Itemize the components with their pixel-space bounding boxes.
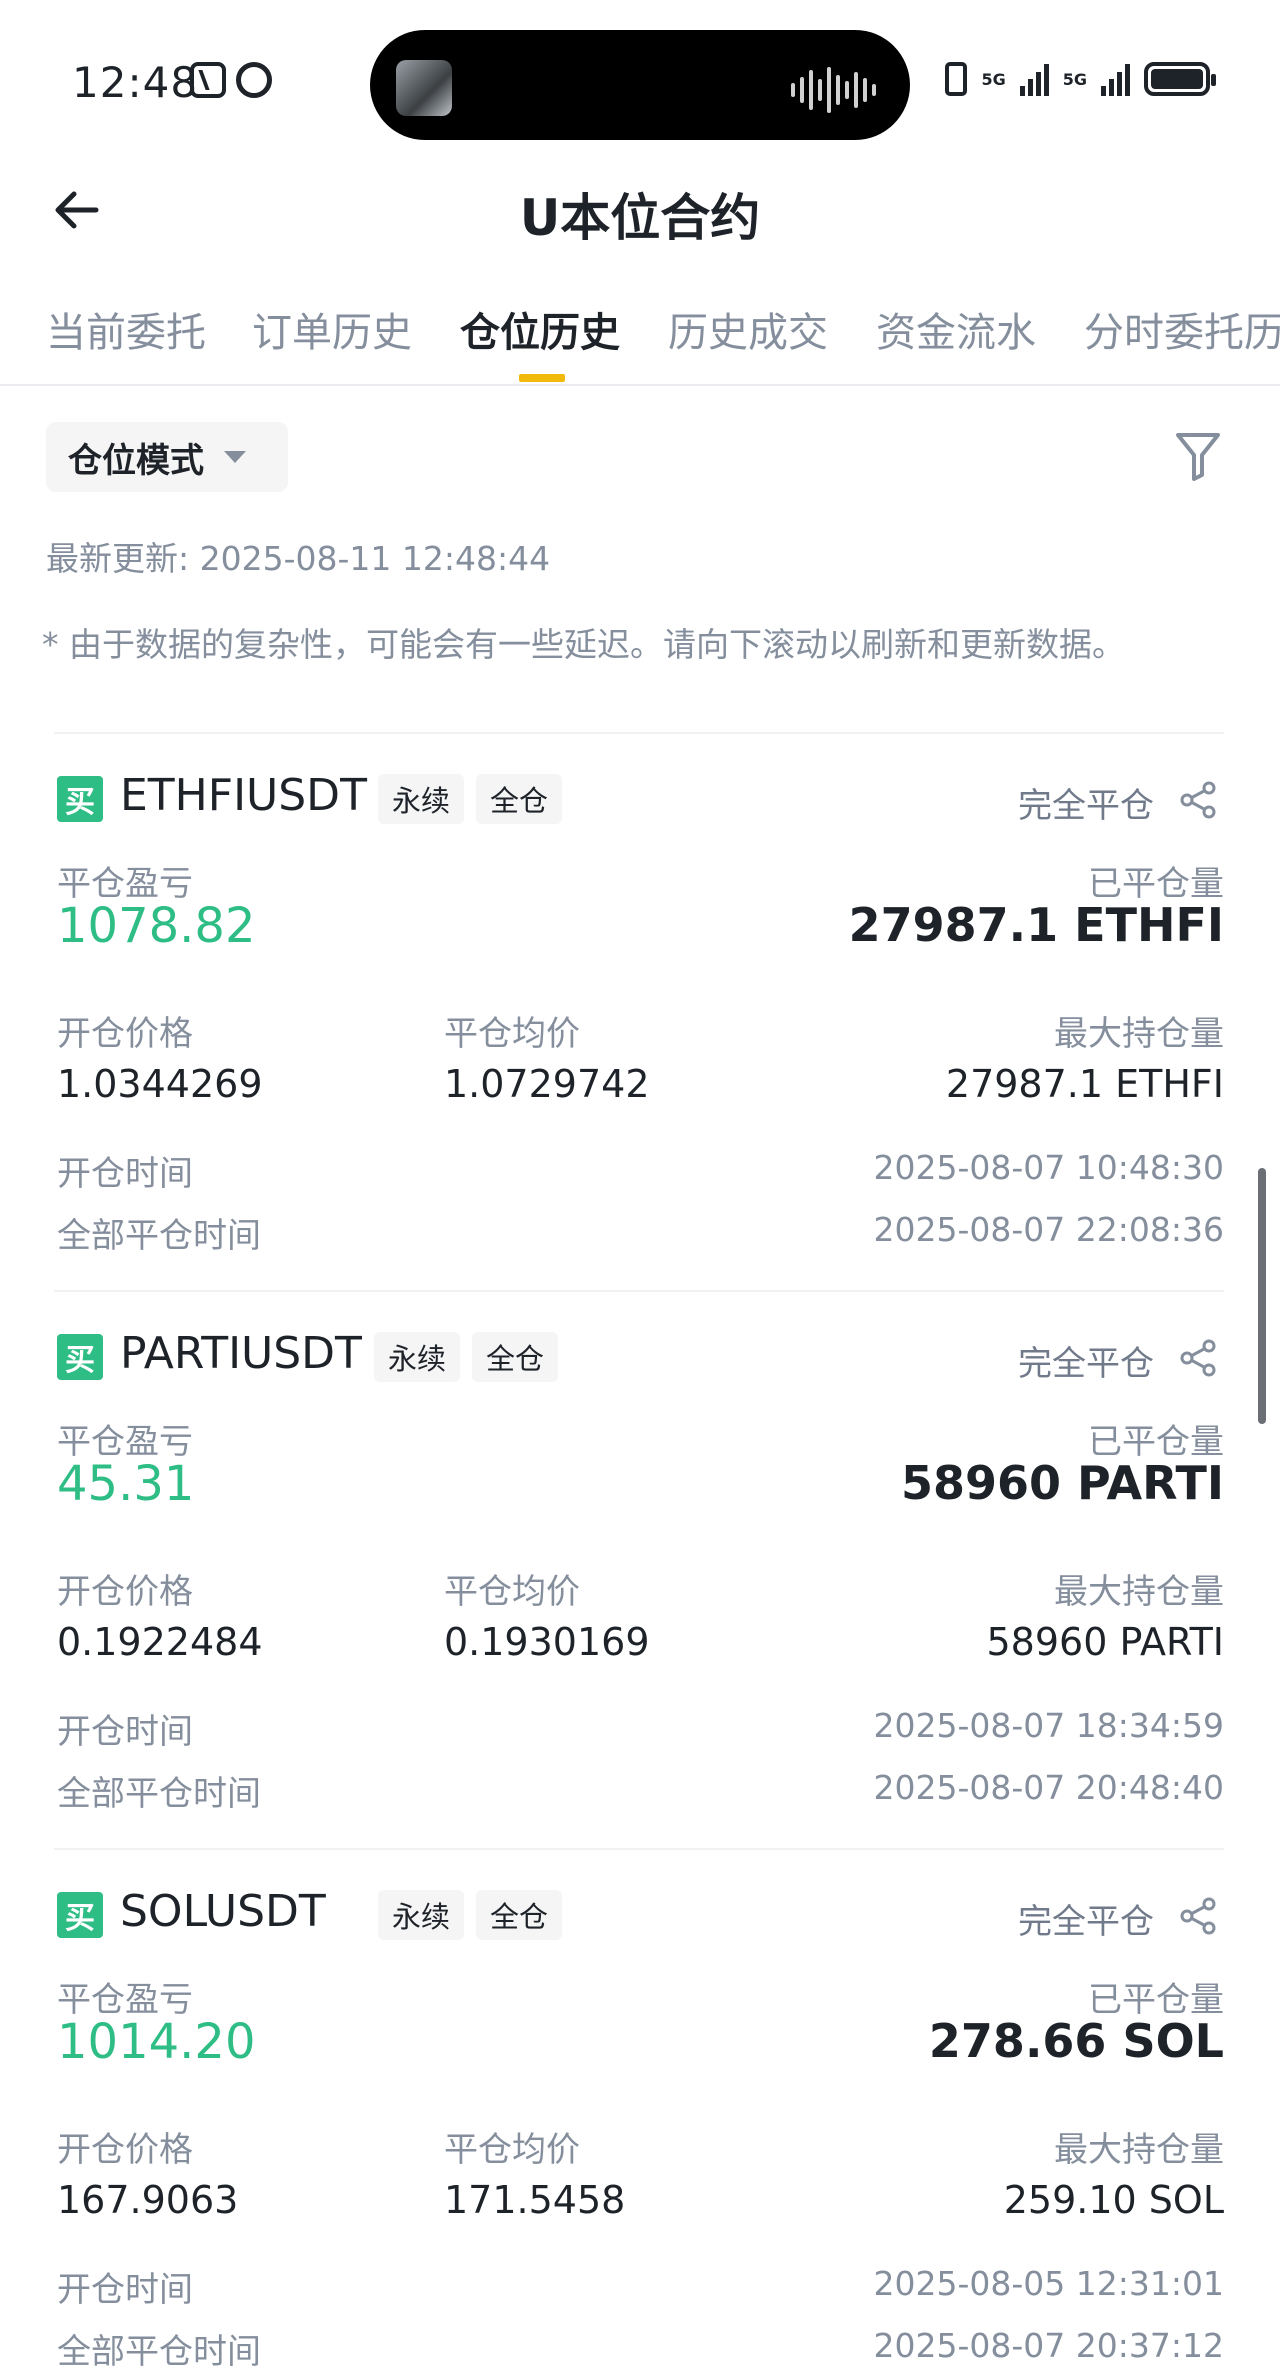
open-price-value: 0.1922484 <box>57 1620 263 1664</box>
close-avg-price-label: 平仓均价 <box>444 1572 580 1612</box>
open-time-label: 开仓时间 <box>57 1154 193 1194</box>
open-time-label: 开仓时间 <box>57 2270 193 2310</box>
max-hold-label: 最大持仓量 <box>1054 1572 1224 1612</box>
perpetual-tag: 永续 <box>378 1890 465 1940</box>
tab-bar: 当前委托 订单历史 仓位历史 历史成交 资金流水 分时委托历 <box>0 290 1280 386</box>
full-close-time-label: 全部平仓时间 <box>57 1216 261 1256</box>
full-close-time-value: 2025-08-07 22:08:36 <box>873 1210 1224 1249</box>
open-price-label: 开仓价格 <box>57 2130 193 2170</box>
open-price-label: 开仓价格 <box>57 1014 193 1054</box>
close-status: 完全平仓 <box>1018 1902 1154 1942</box>
close-status: 完全平仓 <box>1018 786 1154 826</box>
filter-icon[interactable] <box>1174 430 1222 482</box>
pnl-value: 45.31 <box>57 1456 195 1512</box>
position-card[interactable]: 买 PARTIUSDT 永续 全仓 完全平仓 平仓盈亏 已平仓量 45.31 5… <box>0 1290 1280 1846</box>
full-close-time-label: 全部平仓时间 <box>57 2332 261 2372</box>
open-price-value: 1.0344269 <box>57 1062 263 1106</box>
max-hold-value: 259.10 SOL <box>1003 2178 1224 2222</box>
status-right-icons: 5G 5G <box>945 62 1216 96</box>
open-price-value: 167.9063 <box>57 2178 239 2222</box>
tab-open-orders[interactable]: 当前委托 <box>46 300 206 358</box>
position-symbol: PARTIUSDT <box>120 1328 362 1379</box>
tab-order-history[interactable]: 订单历史 <box>252 300 412 358</box>
data-delay-notice: * 由于数据的复杂性，可能会有一些延迟。请向下滚动以刷新和更新数据。 <box>42 625 1125 664</box>
closed-qty-value: 27987.1 ETHFI <box>848 898 1224 952</box>
max-hold-value: 27987.1 ETHFI <box>945 1062 1224 1106</box>
last-updated-text: 最新更新: 2025-08-11 12:48:44 <box>46 539 551 578</box>
perpetual-tag: 永续 <box>378 774 465 824</box>
scrollbar[interactable] <box>1258 1168 1266 1424</box>
position-card[interactable]: 买 ETHFIUSDT 永续 全仓 完全平仓 平仓盈亏 已平仓量 1078.82… <box>0 732 1280 1288</box>
dynamic-island[interactable] <box>370 30 910 140</box>
nfc-icon <box>190 62 226 98</box>
network-type-1: 5G <box>981 69 1006 89</box>
position-card[interactable]: 买 SOLUSDT 永续 全仓 完全平仓 平仓盈亏 已平仓量 1014.20 2… <box>0 1848 1280 2380</box>
pnl-value: 1014.20 <box>57 2014 256 2070</box>
status-left-icons <box>190 62 272 98</box>
cross-margin-tag: 全仓 <box>472 1332 559 1382</box>
alarm-icon <box>236 62 272 98</box>
audio-wave-icon <box>791 66 876 114</box>
buy-badge: 买 <box>57 1892 103 1938</box>
open-time-value: 2025-08-05 12:31:01 <box>873 2264 1224 2303</box>
max-hold-label: 最大持仓量 <box>1054 2130 1224 2170</box>
max-hold-label: 最大持仓量 <box>1054 1014 1224 1054</box>
battery-icon <box>1144 62 1216 96</box>
share-icon[interactable] <box>1178 780 1218 820</box>
buy-badge: 买 <box>57 776 103 822</box>
open-time-value: 2025-08-07 10:48:30 <box>873 1148 1224 1187</box>
full-close-time-label: 全部平仓时间 <box>57 1774 261 1814</box>
signal-icon-2 <box>1101 62 1130 96</box>
full-close-time-value: 2025-08-07 20:37:12 <box>873 2326 1224 2365</box>
tab-position-history[interactable]: 仓位历史 <box>460 300 620 358</box>
perpetual-tag: 永续 <box>374 1332 461 1382</box>
media-thumbnail <box>396 60 452 116</box>
active-tab-indicator <box>519 374 565 382</box>
close-avg-price-value: 1.0729742 <box>444 1062 650 1106</box>
share-icon[interactable] <box>1178 1896 1218 1936</box>
close-avg-price-value: 171.5458 <box>444 2178 626 2222</box>
tab-trade-history[interactable]: 历史成交 <box>668 300 828 358</box>
close-status: 完全平仓 <box>1018 1344 1154 1384</box>
page-header: U本位合约 <box>0 160 1280 260</box>
full-close-time-value: 2025-08-07 20:48:40 <box>873 1768 1224 1807</box>
status-time: 12:48 <box>72 58 199 107</box>
signal-icon-1 <box>1019 62 1049 96</box>
network-type-2: 5G <box>1062 69 1087 89</box>
position-mode-label: 仓位模式 <box>68 440 204 481</box>
close-avg-price-value: 0.1930169 <box>444 1620 650 1664</box>
cross-margin-tag: 全仓 <box>476 774 563 824</box>
pnl-value: 1078.82 <box>57 898 256 954</box>
position-symbol: ETHFIUSDT <box>120 770 367 821</box>
tab-transaction-history[interactable]: 资金流水 <box>876 300 1036 358</box>
cross-margin-tag: 全仓 <box>476 1890 563 1940</box>
position-symbol: SOLUSDT <box>120 1886 326 1937</box>
open-price-label: 开仓价格 <box>57 1572 193 1612</box>
page-title: U本位合约 <box>519 189 761 247</box>
position-mode-dropdown[interactable]: 仓位模式 <box>46 422 288 492</box>
caret-down-icon <box>224 451 246 463</box>
closed-qty-value: 278.66 SOL <box>928 2014 1224 2068</box>
open-time-label: 开仓时间 <box>57 1712 193 1752</box>
max-hold-value: 58960 PARTI <box>986 1620 1225 1664</box>
open-time-value: 2025-08-07 18:34:59 <box>873 1706 1224 1745</box>
close-avg-price-label: 平仓均价 <box>444 1014 580 1054</box>
vibrate-icon <box>945 62 968 96</box>
tab-twap-history[interactable]: 分时委托历 <box>1084 300 1280 358</box>
closed-qty-value: 58960 PARTI <box>901 1456 1224 1510</box>
close-avg-price-label: 平仓均价 <box>444 2130 580 2170</box>
status-bar: 12:48 5G 5G <box>0 0 1280 170</box>
share-icon[interactable] <box>1178 1338 1218 1378</box>
buy-badge: 买 <box>57 1334 103 1380</box>
